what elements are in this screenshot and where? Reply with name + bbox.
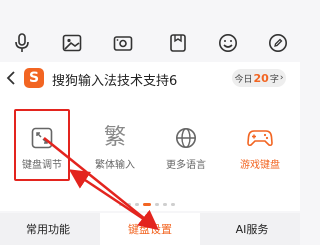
- keyboard-toolbar: [0, 0, 300, 60]
- today-count-badge[interactable]: 今日 20 字 ›: [232, 69, 286, 87]
- page-dot-active: [143, 203, 151, 206]
- page-dot: [155, 203, 159, 206]
- tile-game-keyboard[interactable]: 游戏键盘: [228, 124, 292, 174]
- tab-ai-services[interactable]: AI服务: [204, 213, 300, 245]
- page-dot: [171, 203, 175, 206]
- tile-label: 游戏键盘: [240, 160, 280, 171]
- page-dot: [163, 203, 167, 206]
- image-icon[interactable]: [62, 33, 82, 53]
- today-count: 20: [253, 71, 269, 85]
- page-indicator: [119, 203, 175, 206]
- tile-traditional-input[interactable]: 繁 繁体输入: [83, 124, 147, 174]
- page-dot: [119, 203, 123, 206]
- chevron-right-icon: ›: [279, 73, 284, 83]
- clipboard-icon[interactable]: [168, 33, 188, 53]
- today-prefix: 今日: [234, 74, 253, 85]
- annotation-highlight-box: [14, 109, 70, 181]
- suggestion-text[interactable]: 搜狗输入法技术支持6: [52, 70, 177, 89]
- page-dot: [127, 203, 131, 206]
- emoji-icon[interactable]: [218, 33, 238, 53]
- traditional-chinese-icon: 繁: [103, 125, 126, 150]
- tile-more-languages[interactable]: 更多语言: [154, 124, 218, 174]
- back-arrow-icon[interactable]: [4, 69, 18, 87]
- tab-common-functions[interactable]: 常用功能: [0, 213, 96, 245]
- page-dot: [135, 203, 139, 206]
- tab-keyboard-settings[interactable]: 键盘设置: [100, 213, 200, 245]
- tile-label: 更多语言: [166, 160, 206, 171]
- gamepad-icon: [246, 124, 274, 152]
- candidate-bar: S 搜狗输入法技术支持6 今日 20 字 ›: [0, 62, 300, 94]
- globe-icon: [172, 124, 200, 152]
- bottom-tabs: 常用功能 键盘设置 AI服务: [0, 213, 300, 245]
- mic-icon[interactable]: [12, 33, 32, 53]
- edit-icon[interactable]: [268, 33, 288, 53]
- tile-label: 繁体输入: [95, 160, 135, 171]
- today-suffix: 字: [269, 74, 279, 85]
- sogou-logo: S: [24, 68, 44, 88]
- camera-icon[interactable]: [113, 33, 133, 53]
